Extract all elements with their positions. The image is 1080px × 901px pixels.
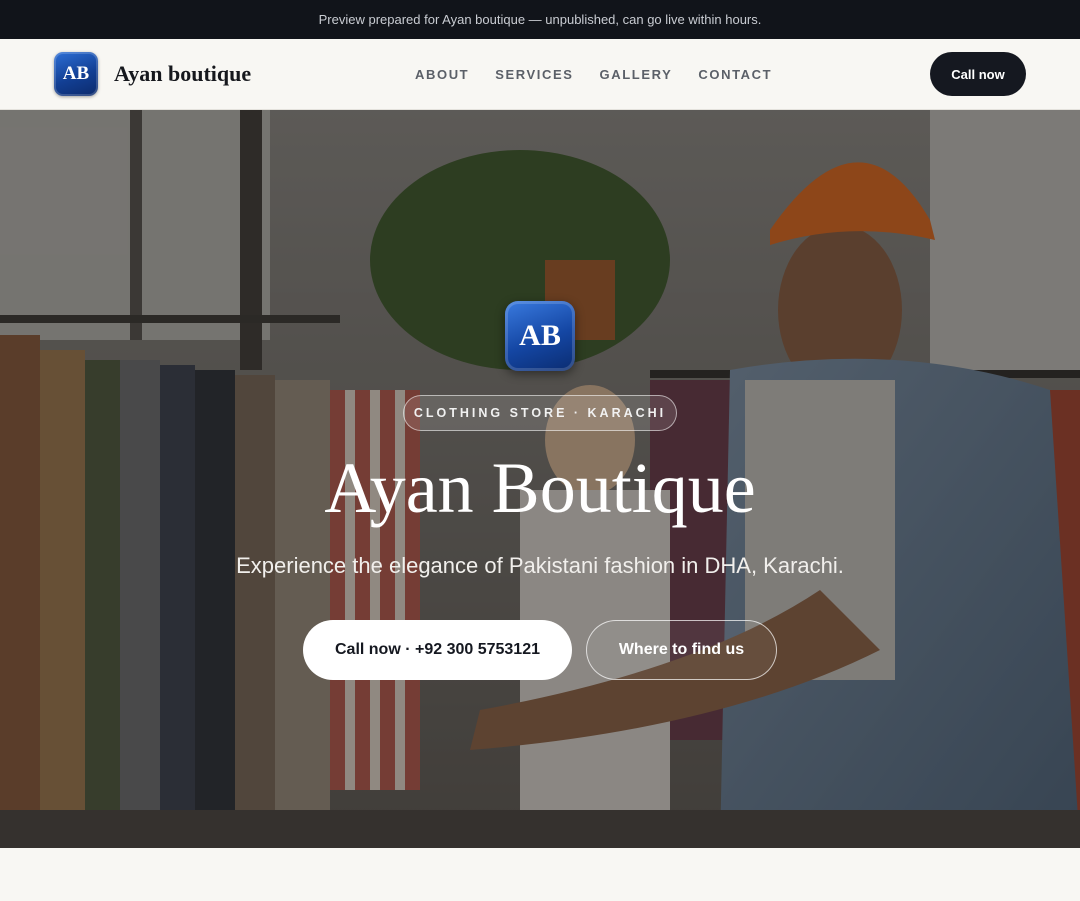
header-call-button[interactable]: Call now — [930, 52, 1026, 96]
next-section — [0, 848, 1080, 901]
hero-section: AB CLOTHING STORE · KARACHI Ayan Boutiqu… — [0, 110, 1080, 848]
nav-contact[interactable]: CONTACT — [698, 67, 772, 82]
category-tag: CLOTHING STORE · KARACHI — [403, 395, 677, 431]
hero-call-button[interactable]: Call now · +92 300 5753121 — [303, 620, 572, 680]
preview-banner-text: Preview prepared for Ayan boutique — unp… — [318, 12, 762, 27]
brand-logo[interactable]: AB — [54, 52, 98, 96]
preview-banner: Preview prepared for Ayan boutique — unp… — [0, 0, 1080, 39]
hero-subtitle: Experience the elegance of Pakistani fas… — [236, 553, 844, 578]
brand-name[interactable]: Ayan boutique — [114, 61, 251, 87]
nav-about[interactable]: ABOUT — [415, 67, 469, 82]
hero-logo: AB — [505, 301, 575, 371]
hero-content: AB CLOTHING STORE · KARACHI Ayan Boutiqu… — [0, 110, 1080, 848]
main-nav: ABOUT SERVICES GALLERY CONTACT — [415, 39, 772, 109]
site-header: AB Ayan boutique ABOUT SERVICES GALLERY … — [0, 39, 1080, 110]
nav-gallery[interactable]: GALLERY — [600, 67, 673, 82]
nav-services[interactable]: SERVICES — [495, 67, 573, 82]
hero-title: Ayan Boutique — [324, 448, 756, 528]
where-to-find-us-button[interactable]: Where to find us — [586, 620, 777, 680]
brand[interactable]: AB Ayan boutique — [54, 52, 251, 96]
